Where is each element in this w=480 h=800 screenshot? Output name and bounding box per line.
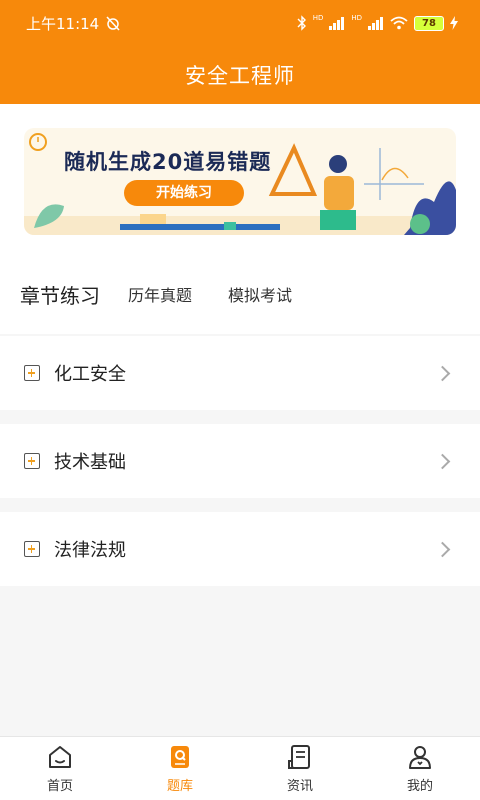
tab-chapter-practice[interactable]: 章节练习 <box>20 280 100 309</box>
news-icon <box>288 745 310 769</box>
battery-indicator: 78 <box>414 15 444 31</box>
banner-illustration <box>24 133 456 235</box>
bottom-navigation: 首页 题库 资讯 我的 <box>0 736 480 800</box>
signal-icon-2 <box>368 17 383 30</box>
nav-label: 我的 <box>406 779 433 794</box>
tab-past-exams[interactable]: 历年真题 <box>128 282 192 306</box>
start-practice-button[interactable]: 开始练习 <box>124 180 244 206</box>
nav-label: 首页 <box>46 779 73 794</box>
tab-mock-exam[interactable]: 模拟考试 <box>228 282 292 306</box>
practice-banner[interactable]: 随机生成20道易错题 开始练习 <box>24 128 456 235</box>
category-label: 技术基础 <box>54 452 126 473</box>
app-header: 上午11:14 HD HD 78 安全工程师 <box>0 0 480 104</box>
category-label: 化工安全 <box>54 364 126 385</box>
expand-icon <box>24 541 40 557</box>
home-icon <box>49 746 71 768</box>
signal-icon-1 <box>329 17 345 30</box>
status-time: 上午11:14 <box>26 14 100 33</box>
chevron-right-icon <box>434 541 451 557</box>
expand-icon <box>24 453 40 469</box>
banner-headline: 随机生成20道易错题 <box>64 150 272 174</box>
page-title: 安全工程师 <box>185 64 295 88</box>
alarm-off-icon <box>106 16 120 31</box>
wifi-icon <box>390 16 408 30</box>
question-bank-icon <box>171 746 189 768</box>
category-row-laws-regulations[interactable]: 法律法规 <box>0 512 480 586</box>
nav-label: 题库 <box>166 779 193 794</box>
category-label: 法律法规 <box>54 540 126 561</box>
charging-icon <box>450 16 458 30</box>
expand-icon <box>24 365 40 381</box>
practice-tabs: 章节练习 历年真题 模拟考试 <box>0 254 480 334</box>
status-bar: 上午11:14 HD HD 78 <box>0 0 480 46</box>
nav-question-bank[interactable]: 题库 <box>120 743 240 794</box>
nav-label: 资讯 <box>286 779 313 794</box>
chevron-right-icon <box>434 365 451 381</box>
banner-section: 随机生成20道易错题 开始练习 <box>0 104 480 254</box>
category-row-chemical-safety[interactable]: 化工安全 <box>0 336 480 410</box>
nav-profile[interactable]: 我的 <box>360 743 480 794</box>
nav-news[interactable]: 资讯 <box>240 743 360 794</box>
bluetooth-icon <box>297 15 306 31</box>
network-label-2: HD <box>351 14 362 22</box>
main-content: 随机生成20道易错题 开始练习 章节练习 历年真题 模拟考试 化工安全 技术基础… <box>0 104 480 736</box>
category-row-technical-basics[interactable]: 技术基础 <box>0 424 480 498</box>
profile-icon <box>409 746 431 769</box>
nav-home[interactable]: 首页 <box>0 743 120 794</box>
network-label-1: HD <box>312 14 324 22</box>
chevron-right-icon <box>434 453 451 469</box>
